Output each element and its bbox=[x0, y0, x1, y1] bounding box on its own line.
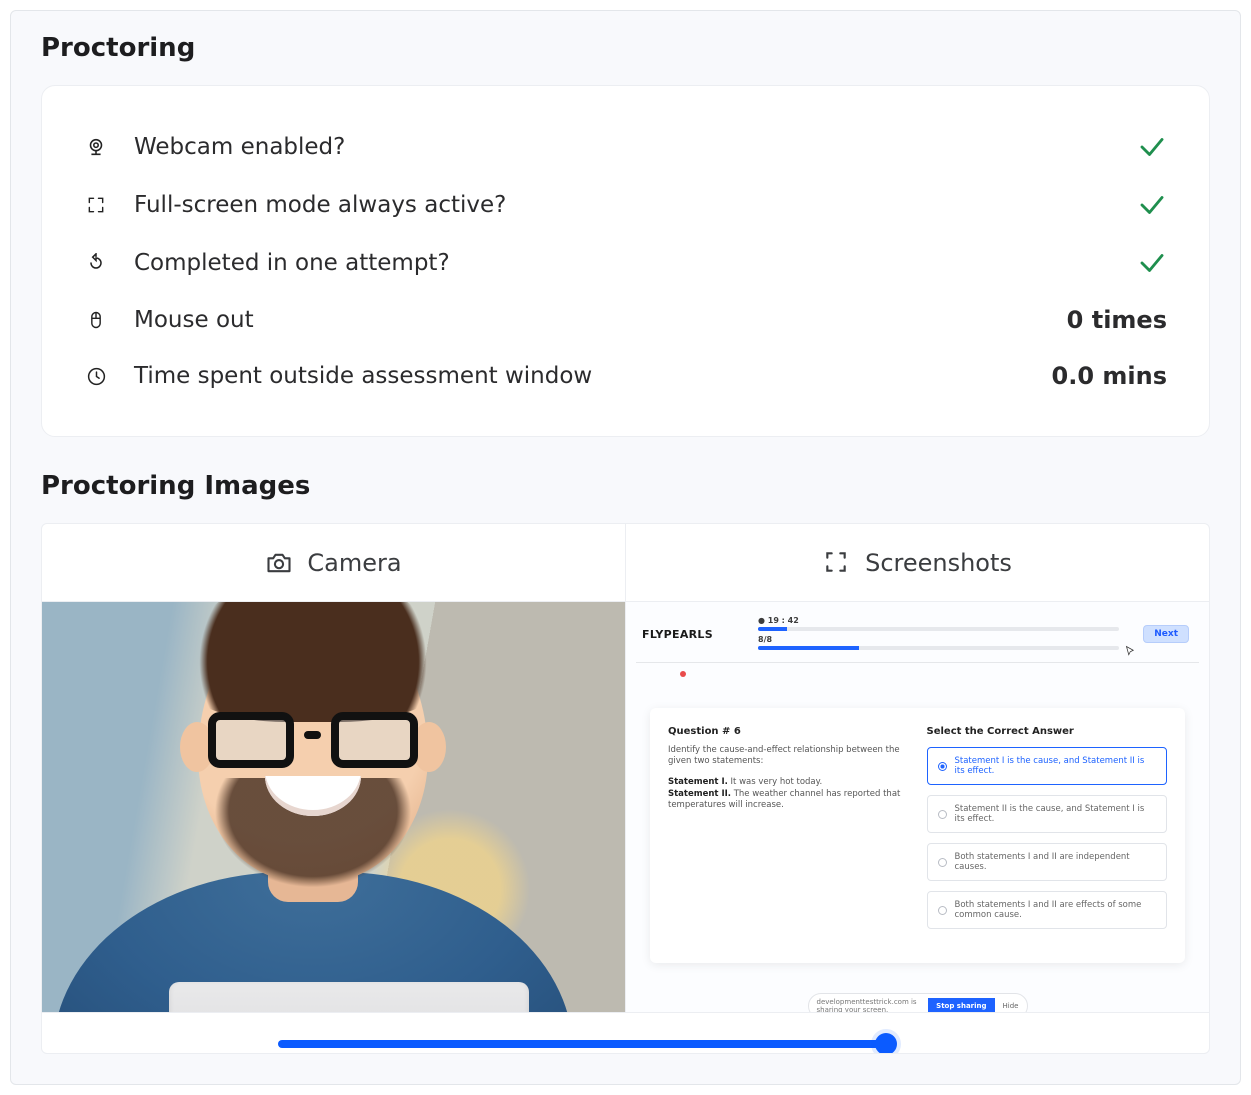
check-icon bbox=[1137, 248, 1167, 278]
shot-share-pill: developmenttesttrick.com is sharing your… bbox=[808, 993, 1028, 1012]
metric-row-mouseout: Mouse out 0 times bbox=[84, 292, 1167, 348]
metric-row-webcam: Webcam enabled? bbox=[84, 118, 1167, 176]
screenshot-icon bbox=[823, 549, 851, 577]
slider-track bbox=[278, 1040, 887, 1048]
tab-camera[interactable]: Camera bbox=[42, 524, 625, 601]
check-icon bbox=[1137, 132, 1167, 162]
screenshot-image: FLYPEARLS ● 19 : 42 8/8 bbox=[626, 602, 1209, 1012]
image-slider[interactable] bbox=[42, 1012, 1209, 1053]
shot-option: Statement II is the cause, and Statement… bbox=[927, 795, 1168, 833]
mouse-icon bbox=[84, 308, 108, 332]
shot-logo: FLYPEARLS bbox=[642, 628, 734, 641]
shot-question-title: Question # 6 bbox=[668, 726, 909, 737]
shot-progress-count: 8/8 bbox=[758, 635, 772, 644]
metric-label: Time spent outside assessment window bbox=[134, 363, 592, 389]
metric-value: 0.0 mins bbox=[1052, 362, 1167, 390]
camera-pane[interactable] bbox=[42, 602, 625, 1012]
shot-next-button: Next bbox=[1143, 625, 1189, 643]
metric-row-attempt: Completed in one attempt? bbox=[84, 234, 1167, 292]
check-icon bbox=[1137, 190, 1167, 220]
tab-label: Screenshots bbox=[865, 549, 1012, 577]
metric-label: Webcam enabled? bbox=[134, 134, 345, 160]
shot-timer: 19 : 42 bbox=[768, 616, 799, 625]
retry-icon bbox=[84, 251, 108, 275]
section-title-proctoring: Proctoring bbox=[41, 33, 1210, 63]
fullscreen-icon bbox=[84, 193, 108, 217]
record-dot-icon bbox=[680, 671, 686, 677]
shot-option: Both statements I and II are independent… bbox=[927, 843, 1168, 881]
metric-label: Mouse out bbox=[134, 307, 254, 333]
clock-icon bbox=[84, 364, 108, 388]
proctoring-card: Webcam enabled? Full-screen mode always … bbox=[41, 85, 1210, 437]
section-title-images: Proctoring Images bbox=[41, 471, 1210, 501]
screenshot-pane[interactable]: FLYPEARLS ● 19 : 42 8/8 bbox=[625, 602, 1209, 1012]
cursor-icon bbox=[1125, 644, 1137, 658]
camera-icon bbox=[265, 549, 293, 577]
tab-label: Camera bbox=[307, 549, 401, 577]
slider-thumb[interactable] bbox=[875, 1033, 897, 1054]
tab-screenshots[interactable]: Screenshots bbox=[625, 524, 1209, 601]
metric-row-timeout: Time spent outside assessment window 0.0… bbox=[84, 348, 1167, 404]
images-content: FLYPEARLS ● 19 : 42 8/8 bbox=[42, 602, 1209, 1012]
camera-photo bbox=[42, 602, 625, 1012]
metric-label: Full-screen mode always active? bbox=[134, 192, 506, 218]
shot-question-text: Identify the cause-and-effect relationsh… bbox=[668, 745, 909, 767]
shot-option: Statement I is the cause, and Statement … bbox=[927, 747, 1168, 785]
images-card: Camera Screenshots bbox=[41, 523, 1210, 1054]
panel: Proctoring Webcam enabled? bbox=[10, 10, 1241, 1085]
shot-answer-title: Select the Correct Answer bbox=[927, 726, 1168, 737]
webcam-icon bbox=[84, 135, 108, 159]
metric-value: 0 times bbox=[1067, 306, 1167, 334]
metric-row-fullscreen: Full-screen mode always active? bbox=[84, 176, 1167, 234]
tabs-header: Camera Screenshots bbox=[42, 524, 1209, 602]
metric-label: Completed in one attempt? bbox=[134, 250, 450, 276]
shot-option: Both statements I and II are effects of … bbox=[927, 891, 1168, 929]
